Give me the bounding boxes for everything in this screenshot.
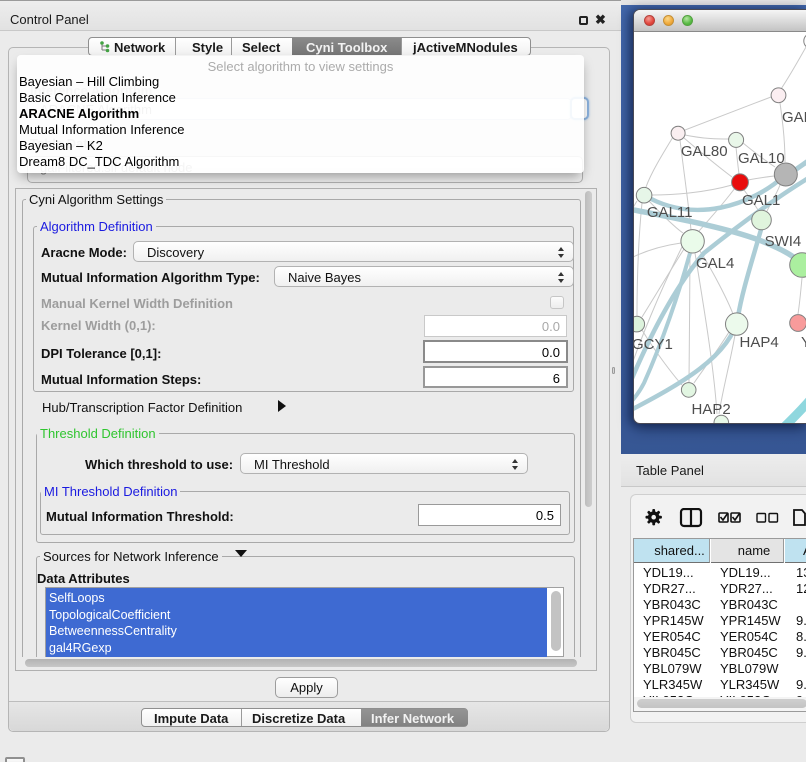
svg-text:SWI4: SWI4: [765, 233, 802, 250]
svg-text:HAP2: HAP2: [692, 401, 731, 418]
svg-text:GAL4: GAL4: [696, 255, 734, 272]
svg-text:GAL1: GAL1: [742, 192, 780, 209]
svg-text:HAP4: HAP4: [740, 334, 779, 351]
svg-text:GAL7: GAL7: [782, 109, 806, 126]
svg-text:GAL10: GAL10: [738, 150, 785, 167]
svg-text:GAL11: GAL11: [647, 204, 693, 221]
svg-text:GAL80: GAL80: [681, 143, 728, 160]
svg-text:GCY1: GCY1: [634, 336, 673, 353]
svg-text:Y: Y: [801, 334, 806, 351]
